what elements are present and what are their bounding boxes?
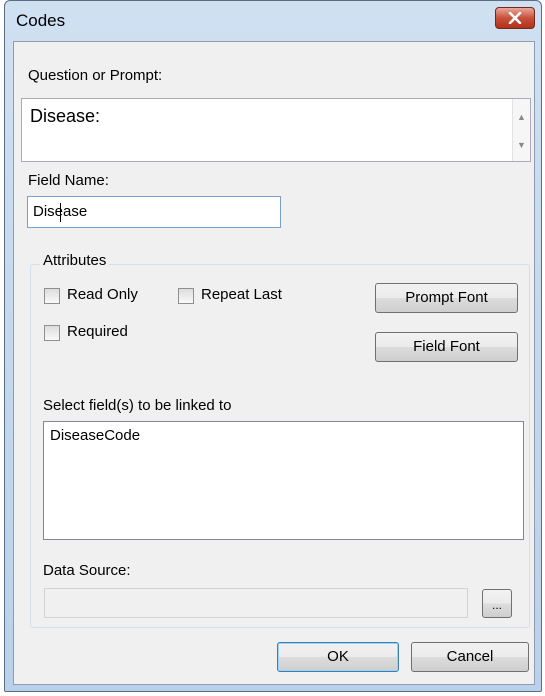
ok-button[interactable]: OK [277, 642, 399, 672]
field-name-label: Field Name: [28, 172, 109, 189]
read-only-checkbox[interactable] [44, 288, 60, 304]
required-checkbox[interactable] [44, 325, 60, 341]
list-item[interactable]: DiseaseCode [50, 427, 140, 444]
cancel-button[interactable]: Cancel [411, 642, 529, 672]
prompt-font-button[interactable]: Prompt Font [375, 283, 518, 313]
prompt-value: Disease: [30, 106, 101, 126]
linked-fields-label: Select field(s) to be linked to [43, 397, 232, 414]
field-font-button[interactable]: Field Font [375, 332, 518, 362]
repeat-last-checkbox[interactable] [178, 288, 194, 304]
close-button[interactable] [495, 7, 535, 29]
data-source-label: Data Source: [43, 562, 131, 579]
repeat-last-label[interactable]: Repeat Last [201, 286, 282, 303]
attributes-group-title: Attributes [40, 252, 110, 269]
prompt-scrollbar[interactable]: ▲ ▼ [512, 99, 530, 161]
read-only-label[interactable]: Read Only [67, 286, 138, 303]
required-label[interactable]: Required [67, 323, 128, 340]
title-bar[interactable]: Codes [5, 1, 541, 41]
prompt-textarea[interactable]: Disease: ▲ ▼ [21, 98, 531, 162]
close-icon [508, 12, 522, 24]
text-caret [60, 203, 61, 222]
prompt-label: Question or Prompt: [28, 67, 163, 84]
data-source-input [44, 588, 468, 618]
window-title: Codes [16, 11, 66, 30]
browse-button[interactable]: ... [482, 589, 512, 618]
scroll-up-arrow-icon[interactable]: ▲ [513, 109, 530, 125]
linked-fields-listbox[interactable]: DiseaseCode [43, 421, 524, 540]
field-name-input[interactable]: Disease [27, 196, 281, 228]
scroll-down-arrow-icon[interactable]: ▼ [513, 137, 530, 153]
